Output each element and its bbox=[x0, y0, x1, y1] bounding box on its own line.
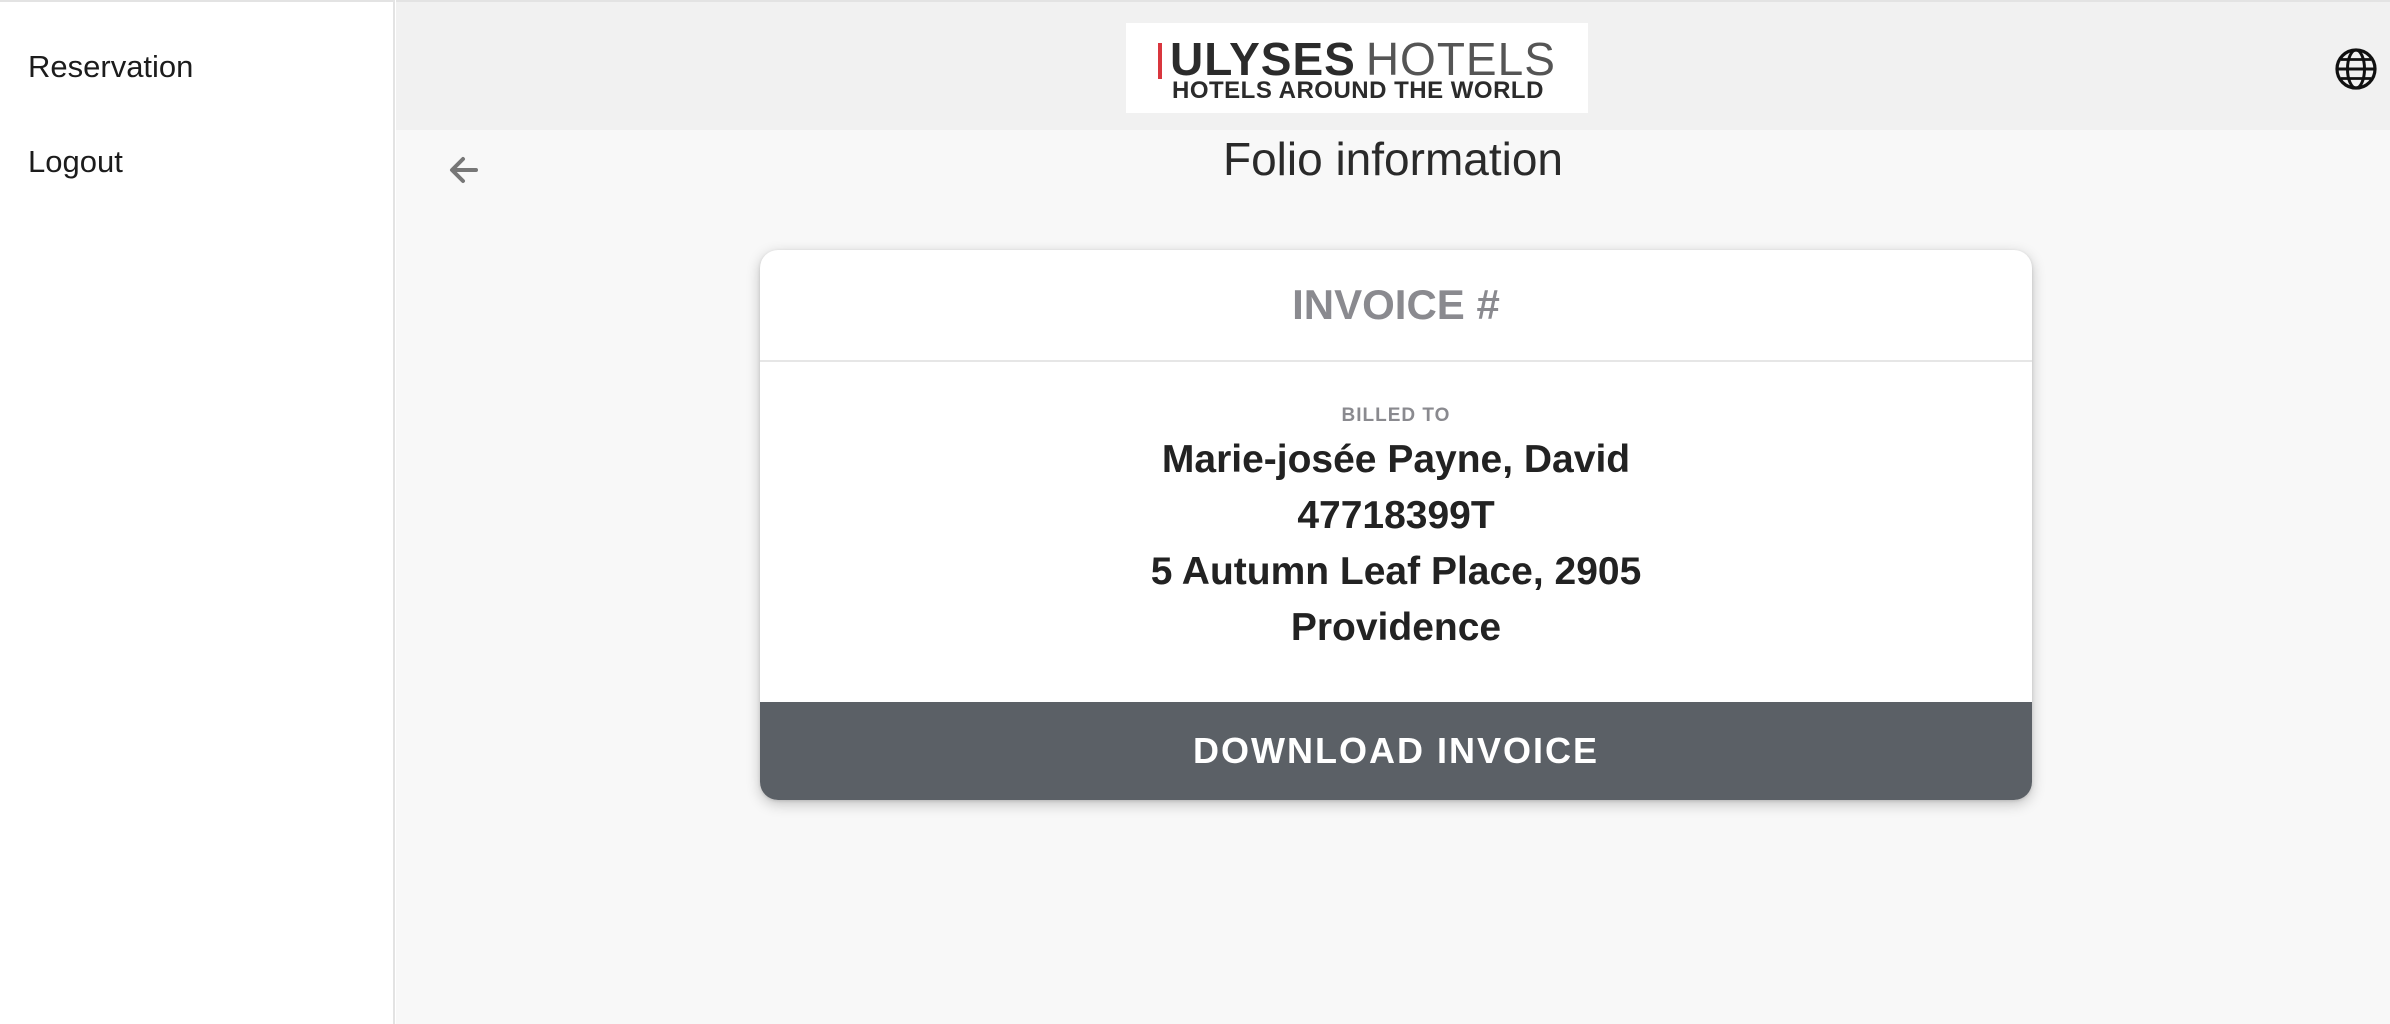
app-root: Reservation Logout ULYSES HOTELS HOTELS A… bbox=[0, 0, 2390, 1024]
billed-to-tax-id: 47718399T bbox=[1297, 494, 1495, 537]
top-header: ULYSES HOTELS HOTELS AROUND THE WORLD bbox=[396, 2, 2390, 130]
billed-to-city: Providence bbox=[1290, 606, 1502, 649]
language-button[interactable] bbox=[2334, 47, 2378, 91]
page-title: Folio information bbox=[1222, 133, 1564, 185]
sidebar: Reservation Logout bbox=[0, 0, 395, 1024]
invoice-card: INVOICE # BILLED TO Marie-josée Payne, D… bbox=[760, 250, 2032, 800]
sidebar-item-logout[interactable]: Logout bbox=[28, 144, 123, 180]
billed-to-label: BILLED TO bbox=[1341, 405, 1451, 426]
logo-accent-bar bbox=[1158, 43, 1162, 79]
logo-tagline: HOTELS AROUND THE WORLD bbox=[1172, 77, 1544, 104]
billed-to-name: Marie-josée Payne, David bbox=[1161, 438, 1631, 481]
globe-icon bbox=[2335, 48, 2377, 90]
invoice-title: INVOICE # bbox=[1292, 281, 1500, 328]
billed-to-block: Marie-josée Payne, David 47718399T 5 Aut… bbox=[760, 432, 2032, 656]
sidebar-item-reservation[interactable]: Reservation bbox=[28, 49, 193, 85]
download-invoice-button[interactable]: DOWNLOAD INVOICE bbox=[760, 702, 2032, 800]
invoice-card-header: INVOICE # bbox=[760, 250, 2032, 362]
main-content: ULYSES HOTELS HOTELS AROUND THE WORLD Fol… bbox=[396, 0, 2390, 1024]
hotel-logo: ULYSES HOTELS HOTELS AROUND THE WORLD bbox=[1126, 23, 1588, 113]
billed-to-address: 5 Autumn Leaf Place, 2905 bbox=[1150, 550, 1642, 593]
